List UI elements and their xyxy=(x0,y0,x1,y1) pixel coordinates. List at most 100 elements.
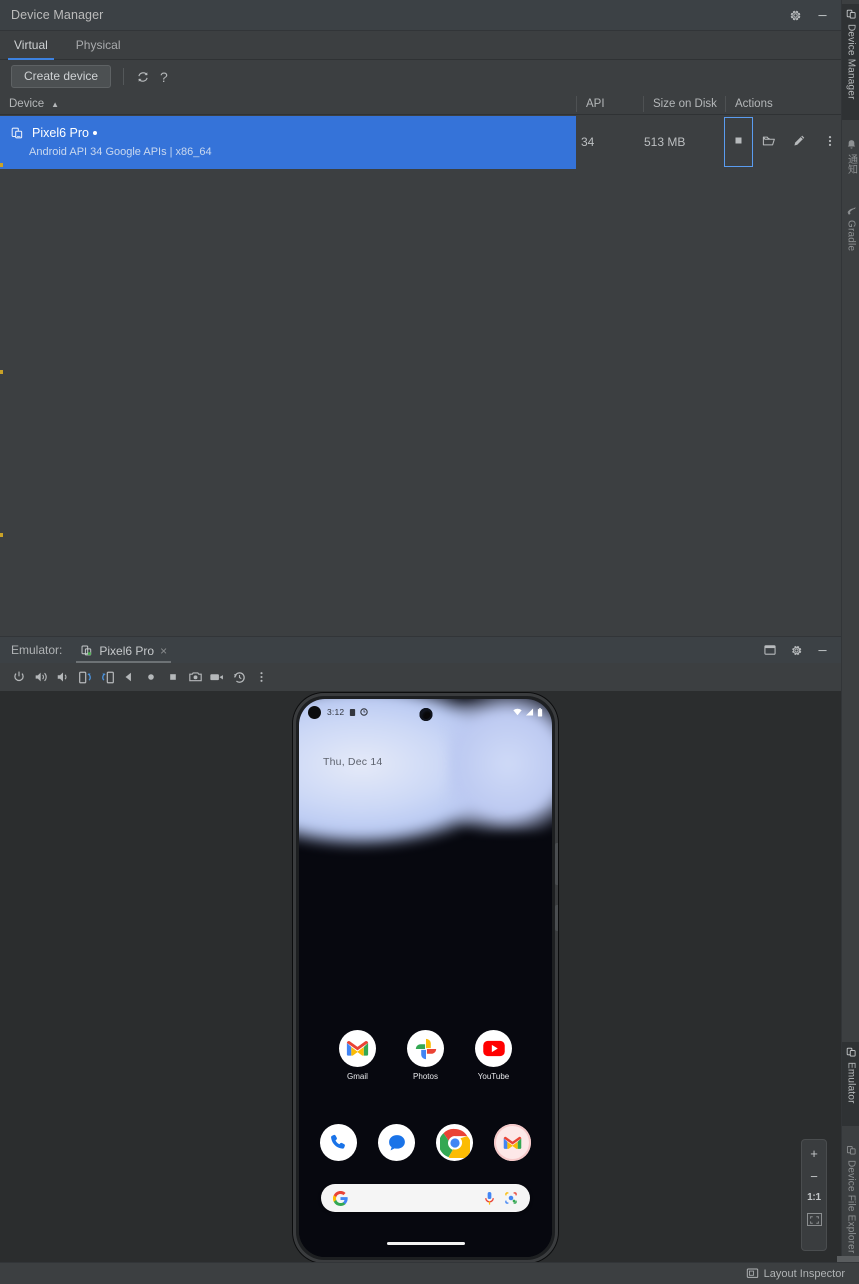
wifi-icon xyxy=(513,708,522,716)
column-header-size-on-disk[interactable]: Size on Disk xyxy=(644,93,726,115)
zoom-fit-button[interactable] xyxy=(806,1213,822,1226)
youtube-icon xyxy=(475,1030,512,1067)
android-studio-window: Device Manager Virtual Physical Create d… xyxy=(0,0,859,1284)
bottom-status-bar: Layout Inspector xyxy=(0,1262,859,1284)
wallpaper-overlay xyxy=(299,699,552,1257)
sidebar-item-device-file-explorer[interactable]: Device File Explorer xyxy=(842,1140,859,1272)
rotate-right-icon[interactable] xyxy=(96,670,118,685)
zoom-in-button[interactable]: + xyxy=(810,1147,818,1160)
refresh-icon[interactable] xyxy=(136,70,150,84)
power-button-physical xyxy=(555,843,558,885)
device-manager-titlebar: Device Manager xyxy=(0,0,841,31)
zoom-actual-button[interactable]: 1:1 xyxy=(807,1193,821,1203)
table-row[interactable] xyxy=(0,116,576,169)
gutter-marker xyxy=(0,533,3,537)
zoom-out-button[interactable]: − xyxy=(810,1170,818,1183)
right-tool-rail: Device Manager 通知 Gradle Emulator Device… xyxy=(841,0,859,1262)
gutter-marker xyxy=(0,370,3,374)
sidebar-item-label: Device File Explorer xyxy=(845,1160,857,1254)
notifications-bell-icon xyxy=(846,139,857,150)
history-icon[interactable] xyxy=(228,670,250,685)
google-lens-icon[interactable] xyxy=(504,1191,518,1205)
sidebar-item-label: Device Manager xyxy=(845,24,857,100)
device-table-header: Device ▲ API Size on Disk Actions xyxy=(0,93,841,115)
google-g-icon xyxy=(333,1190,348,1206)
device-table-body xyxy=(0,169,841,633)
device-file-explorer-icon xyxy=(846,1145,857,1156)
clipboard-icon xyxy=(349,708,356,717)
chrome-icon[interactable] xyxy=(436,1124,473,1161)
app-label: Photos xyxy=(413,1072,438,1081)
rotate-left-icon[interactable] xyxy=(74,670,96,685)
google-photos-icon xyxy=(407,1030,444,1067)
volume-down-icon[interactable] xyxy=(52,670,74,684)
minimize-icon[interactable] xyxy=(816,9,829,22)
create-device-button[interactable]: Create device xyxy=(11,65,112,88)
tab-emulator-pixel6-pro[interactable]: Pixel6 Pro × xyxy=(76,637,171,663)
front-camera-notch xyxy=(419,708,432,721)
google-search-bar[interactable] xyxy=(321,1184,530,1212)
gmail-icon[interactable] xyxy=(494,1124,531,1161)
stop-icon[interactable] xyxy=(732,134,745,147)
edit-pencil-icon[interactable] xyxy=(792,134,806,148)
help-button[interactable]: ? xyxy=(160,70,168,84)
microphone-icon[interactable] xyxy=(483,1191,496,1206)
date-widget[interactable]: Thu, Dec 14 xyxy=(323,756,382,768)
sidebar-item-notifications[interactable]: 通知 xyxy=(842,134,859,194)
device-manager-toolbar: Create device ? xyxy=(0,60,841,93)
messages-icon[interactable] xyxy=(378,1124,415,1161)
separate-window-icon[interactable] xyxy=(763,643,777,657)
emulator-panel-label: Emulator: xyxy=(11,643,63,657)
phone-dialer-icon[interactable] xyxy=(320,1124,357,1161)
back-icon[interactable] xyxy=(118,670,140,684)
home-app-row: Gmail Photos YouTube xyxy=(299,1030,552,1081)
device-name: Pixel6 Pro xyxy=(32,126,89,140)
power-icon[interactable] xyxy=(8,670,30,684)
emulator-screen[interactable]: 3:12 Thu, Dec 14 Gmail Photos YouTube xyxy=(299,699,552,1257)
cell-api: 34 xyxy=(581,135,595,149)
emulator-tab-label: Pixel6 Pro xyxy=(99,643,155,658)
emulator-device-frame[interactable]: 3:12 Thu, Dec 14 Gmail Photos YouTube xyxy=(293,693,558,1263)
home-icon[interactable] xyxy=(140,670,162,684)
emulator-toolbar xyxy=(0,663,841,691)
overflow-menu-icon[interactable] xyxy=(824,134,836,148)
column-header-actions[interactable]: Actions xyxy=(726,93,841,115)
tab-virtual[interactable]: Virtual xyxy=(0,38,62,60)
device-manager-tabs: Virtual Physical xyxy=(0,31,841,60)
running-device-icon xyxy=(80,644,93,657)
signal-icon xyxy=(525,708,534,716)
overview-icon[interactable] xyxy=(162,670,184,684)
app-photos[interactable]: Photos xyxy=(404,1030,447,1081)
home-dock xyxy=(299,1124,552,1161)
sidebar-item-gradle[interactable]: Gradle xyxy=(842,200,859,272)
volume-up-icon[interactable] xyxy=(30,670,52,684)
layout-inspector-label[interactable]: Layout Inspector xyxy=(764,1268,845,1280)
screenshot-camera-icon[interactable] xyxy=(184,670,206,684)
app-gmail[interactable]: Gmail xyxy=(336,1030,379,1081)
close-icon[interactable]: × xyxy=(160,644,167,658)
device-manager-title: Device Manager xyxy=(11,8,104,22)
sidebar-item-label: 通知 xyxy=(845,154,857,175)
sidebar-item-label: Gradle xyxy=(845,220,857,252)
screen-record-icon[interactable] xyxy=(206,670,228,684)
gradle-icon xyxy=(846,205,857,216)
app-label: Gmail xyxy=(347,1072,368,1081)
sort-ascending-icon: ▲ xyxy=(51,99,60,109)
app-youtube[interactable]: YouTube xyxy=(472,1030,515,1081)
minimize-icon[interactable] xyxy=(816,644,829,657)
column-header-api[interactable]: API xyxy=(577,93,644,115)
virtual-device-icon xyxy=(10,126,24,140)
folder-icon[interactable] xyxy=(762,134,776,148)
tab-physical[interactable]: Physical xyxy=(62,38,135,59)
overflow-menu-icon[interactable] xyxy=(250,670,272,684)
app-label: YouTube xyxy=(477,1072,510,1081)
status-left-dot xyxy=(308,705,321,719)
gear-icon[interactable] xyxy=(789,9,802,22)
gear-icon[interactable] xyxy=(790,644,803,657)
home-gesture-pill[interactable] xyxy=(386,1242,465,1245)
column-header-device[interactable]: Device ▲ xyxy=(0,93,576,115)
device-manager-icon xyxy=(846,9,857,20)
volume-rocker-physical xyxy=(555,905,558,931)
sidebar-item-device-manager[interactable]: Device Manager xyxy=(842,4,859,120)
sidebar-item-emulator[interactable]: Emulator xyxy=(842,1042,859,1126)
